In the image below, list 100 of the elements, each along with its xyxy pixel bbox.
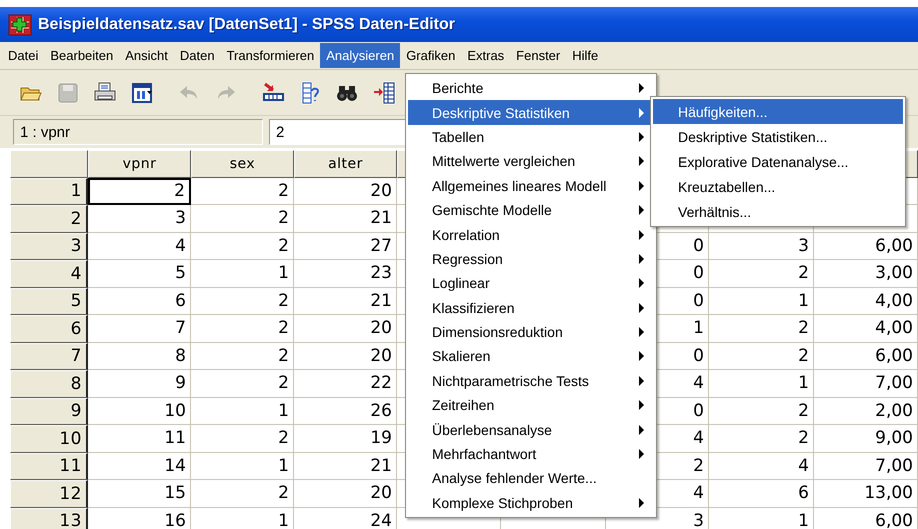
table-cell[interactable]: 5 bbox=[88, 260, 191, 288]
table-cell[interactable]: 27 bbox=[294, 232, 397, 260]
row-header[interactable]: 13 bbox=[10, 508, 88, 529]
row-header[interactable]: 5 bbox=[10, 288, 88, 315]
table-cell[interactable]: 2 bbox=[191, 288, 294, 315]
table-cell[interactable]: 1 bbox=[709, 508, 814, 529]
menu-entry-label: Dimensionsreduktion bbox=[432, 324, 563, 340]
menu-item[interactable]: Grafiken bbox=[400, 43, 462, 68]
table-cell[interactable]: 10 bbox=[88, 398, 191, 425]
menu-entry-label: Komplexe Stichproben bbox=[432, 494, 573, 511]
menu-entry[interactable]: Explorative Datenanalyse... bbox=[653, 149, 903, 174]
table-cell[interactable]: 2 bbox=[191, 315, 294, 342]
table-cell[interactable]: 16 bbox=[88, 508, 191, 529]
table-cell[interactable]: 6,00 bbox=[814, 342, 918, 370]
table-cell[interactable]: 1 bbox=[191, 260, 294, 288]
table-cell[interactable]: 1 bbox=[709, 370, 814, 398]
table-cell[interactable]: 13,00 bbox=[814, 480, 918, 508]
menu-item[interactable]: Ansicht bbox=[119, 43, 174, 68]
menu-item[interactable]: Fenster bbox=[510, 43, 566, 68]
table-cell[interactable]: 6,00 bbox=[814, 508, 918, 529]
menu-entry[interactable]: Kreuztabellen... bbox=[653, 174, 903, 199]
table-cell[interactable]: 4 bbox=[88, 232, 191, 260]
table-cell[interactable]: 2 bbox=[709, 425, 814, 452]
table-cell[interactable]: 2 bbox=[191, 425, 294, 452]
table-cell[interactable]: 1 bbox=[191, 508, 294, 529]
table-cell[interactable]: 2 bbox=[88, 178, 191, 205]
table-cell[interactable]: 3 bbox=[709, 232, 814, 260]
table-cell[interactable]: 26 bbox=[294, 398, 397, 425]
table-cell[interactable]: 21 bbox=[294, 288, 397, 315]
table-cell[interactable]: 2,00 bbox=[814, 398, 918, 425]
table-cell[interactable]: 2 bbox=[709, 260, 814, 288]
column-header[interactable]: sex bbox=[191, 150, 294, 178]
row-header[interactable]: 11 bbox=[10, 452, 88, 480]
column-header[interactable]: alter bbox=[294, 150, 397, 178]
row-header[interactable]: 8 bbox=[10, 370, 88, 398]
table-cell[interactable]: 2 bbox=[191, 205, 294, 232]
menu-entry[interactable]: Allgemeines lineares Modell bbox=[408, 174, 654, 198]
row-header[interactable]: 4 bbox=[10, 260, 88, 288]
table-cell[interactable]: 8 bbox=[88, 342, 191, 370]
table-cell[interactable]: 4,00 bbox=[814, 315, 918, 342]
table-cell[interactable]: 14 bbox=[88, 452, 191, 480]
row-header[interactable]: 3 bbox=[10, 232, 88, 260]
table-cell[interactable]: 24 bbox=[294, 508, 397, 529]
table-cell[interactable]: 2 bbox=[709, 315, 814, 342]
table-cell[interactable]: 6 bbox=[88, 288, 191, 315]
table-cell[interactable]: 7 bbox=[88, 315, 191, 342]
menu-entry[interactable]: Häufigkeiten... bbox=[653, 99, 903, 124]
table-cell[interactable]: 1 bbox=[709, 288, 814, 315]
table-cell[interactable]: 4,00 bbox=[814, 288, 918, 315]
table-cell[interactable]: 22 bbox=[294, 370, 397, 398]
row-header[interactable]: 2 bbox=[10, 205, 88, 232]
menu-item[interactable]: Extras bbox=[461, 43, 510, 68]
table-cell[interactable]: 2 bbox=[191, 178, 294, 205]
table-cell[interactable]: 7,00 bbox=[814, 452, 918, 480]
row-header[interactable]: 12 bbox=[10, 480, 88, 508]
table-cell[interactable]: 15 bbox=[88, 480, 191, 508]
table-cell[interactable]: 23 bbox=[294, 260, 397, 288]
table-cell[interactable]: 20 bbox=[294, 480, 397, 508]
table-cell[interactable]: 2 bbox=[191, 370, 294, 398]
menu-item[interactable]: Datei bbox=[2, 43, 44, 68]
table-cell[interactable]: 2 bbox=[191, 232, 294, 260]
table-cell[interactable]: 7,00 bbox=[814, 370, 918, 398]
table-cell[interactable]: 6,00 bbox=[814, 232, 918, 260]
menu-item[interactable]: Analysieren bbox=[320, 43, 400, 68]
column-header[interactable]: vpnr bbox=[88, 150, 191, 178]
row-header[interactable]: 9 bbox=[10, 398, 88, 425]
table-cell[interactable]: 21 bbox=[294, 452, 397, 480]
table-cell[interactable]: 2 bbox=[191, 480, 294, 508]
table-cell[interactable]: 1 bbox=[191, 398, 294, 425]
table-cell[interactable]: 20 bbox=[294, 315, 397, 342]
table-cell[interactable]: 19 bbox=[294, 425, 397, 452]
table-cell[interactable]: 3 bbox=[88, 205, 191, 232]
menu-item[interactable]: Hilfe bbox=[566, 43, 604, 68]
table-cell[interactable]: 9,00 bbox=[814, 425, 918, 452]
menu-entry[interactable]: Berichte bbox=[408, 76, 654, 100]
table-cell[interactable]: 4 bbox=[709, 452, 814, 480]
table-cell[interactable]: 3,00 bbox=[814, 260, 918, 288]
row-header[interactable]: 10 bbox=[10, 425, 88, 452]
menu-entry[interactable]: Deskriptive Statistiken... bbox=[653, 124, 903, 149]
table-cell[interactable]: 2 bbox=[191, 342, 294, 370]
table-cell[interactable]: 2 bbox=[709, 342, 814, 370]
menu-entry-label: Klassifizieren bbox=[432, 300, 514, 316]
row-header[interactable]: 6 bbox=[10, 315, 88, 342]
menu-item[interactable]: Transformieren bbox=[220, 43, 320, 68]
menu-entry-label: Verhältnis... bbox=[678, 204, 752, 220]
menu-item[interactable]: Bearbeiten bbox=[44, 43, 120, 68]
row-header[interactable]: 7 bbox=[10, 342, 88, 370]
table-cell[interactable]: 9 bbox=[88, 370, 191, 398]
row-header[interactable]: 1 bbox=[10, 178, 88, 205]
table-cell[interactable]: 2 bbox=[709, 398, 814, 425]
table-cell[interactable]: 20 bbox=[294, 178, 397, 205]
table-cell[interactable]: 11 bbox=[88, 425, 191, 452]
menu-entry[interactable]: Gemischte Modelle bbox=[408, 198, 654, 222]
table-cell[interactable]: 1 bbox=[191, 452, 294, 480]
menu-entry[interactable]: Mittelwerte vergleichen bbox=[408, 149, 654, 174]
menu-item[interactable]: Daten bbox=[174, 43, 221, 68]
table-cell[interactable]: 6 bbox=[709, 480, 814, 508]
table-cell[interactable]: 21 bbox=[294, 205, 397, 232]
menu-entry[interactable]: Verhältnis... bbox=[653, 199, 903, 224]
table-cell[interactable]: 20 bbox=[294, 342, 397, 370]
